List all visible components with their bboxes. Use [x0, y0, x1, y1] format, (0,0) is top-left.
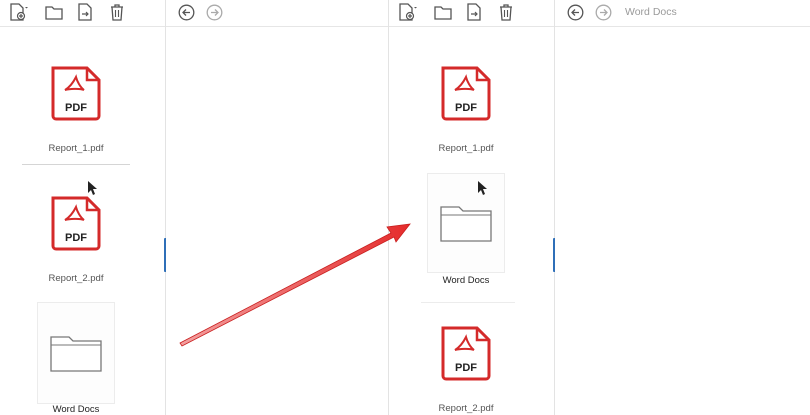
folder-icon — [50, 336, 102, 372]
list-item[interactable]: PDF Report_1.pdf — [26, 64, 126, 154]
folder-icon — [440, 206, 492, 242]
new-file-icon[interactable] — [397, 2, 417, 22]
pdf-file-icon: PDF — [441, 66, 491, 121]
mouse-cursor-icon — [478, 181, 488, 195]
current-folder-title: Word Docs — [625, 6, 677, 18]
left-nav-bar — [166, 0, 388, 27]
folder-thumbnail — [37, 302, 115, 404]
left-file-pane: PDF Report_1.pdf PDF Report_2.pdf Word D… — [0, 0, 166, 415]
list-item[interactable]: Word Docs — [416, 173, 516, 286]
mouse-cursor-icon — [88, 181, 98, 195]
divider — [421, 302, 515, 303]
back-arrow-icon[interactable] — [178, 4, 195, 21]
svg-text:PDF: PDF — [455, 102, 477, 114]
svg-text:PDF: PDF — [65, 102, 87, 114]
back-arrow-icon[interactable] — [567, 4, 584, 21]
file-name: Report_1.pdf — [48, 143, 104, 154]
right-toolbar — [389, 0, 554, 27]
file-name: Report_2.pdf — [48, 273, 104, 284]
pdf-file-icon: PDF — [441, 326, 491, 381]
list-item[interactable]: Word Docs — [26, 302, 126, 415]
folder-icon[interactable] — [433, 2, 453, 22]
folder-name: Word Docs — [52, 404, 100, 415]
divider — [22, 164, 130, 165]
list-item[interactable]: PDF Report_1.pdf — [416, 64, 516, 154]
svg-text:PDF: PDF — [455, 362, 477, 374]
new-file-icon[interactable] — [8, 2, 28, 22]
list-item[interactable]: PDF Report_2.pdf — [416, 324, 516, 414]
trash-icon[interactable] — [107, 2, 127, 22]
pdf-file-icon: PDF — [51, 66, 101, 121]
left-preview-pane — [166, 0, 389, 415]
pdf-file-icon: PDF — [51, 196, 101, 251]
right-file-pane: PDF Report_1.pdf Word Docs PDF Report_2.… — [389, 0, 555, 415]
folder-icon[interactable] — [44, 2, 64, 22]
move-file-icon[interactable] — [464, 2, 484, 22]
trash-icon[interactable] — [496, 2, 516, 22]
folder-thumbnail — [427, 173, 505, 273]
right-nav-bar: Word Docs — [555, 0, 810, 27]
file-name: Report_2.pdf — [438, 403, 494, 414]
file-name: Report_1.pdf — [438, 143, 494, 154]
move-file-icon[interactable] — [75, 2, 95, 22]
left-toolbar — [0, 0, 165, 27]
forward-arrow-icon[interactable] — [206, 4, 223, 21]
forward-arrow-icon[interactable] — [595, 4, 612, 21]
list-item[interactable]: PDF Report_2.pdf — [26, 194, 126, 284]
svg-text:PDF: PDF — [65, 232, 87, 244]
right-preview-pane: Word Docs — [555, 0, 810, 415]
folder-name: Word Docs — [442, 275, 490, 286]
